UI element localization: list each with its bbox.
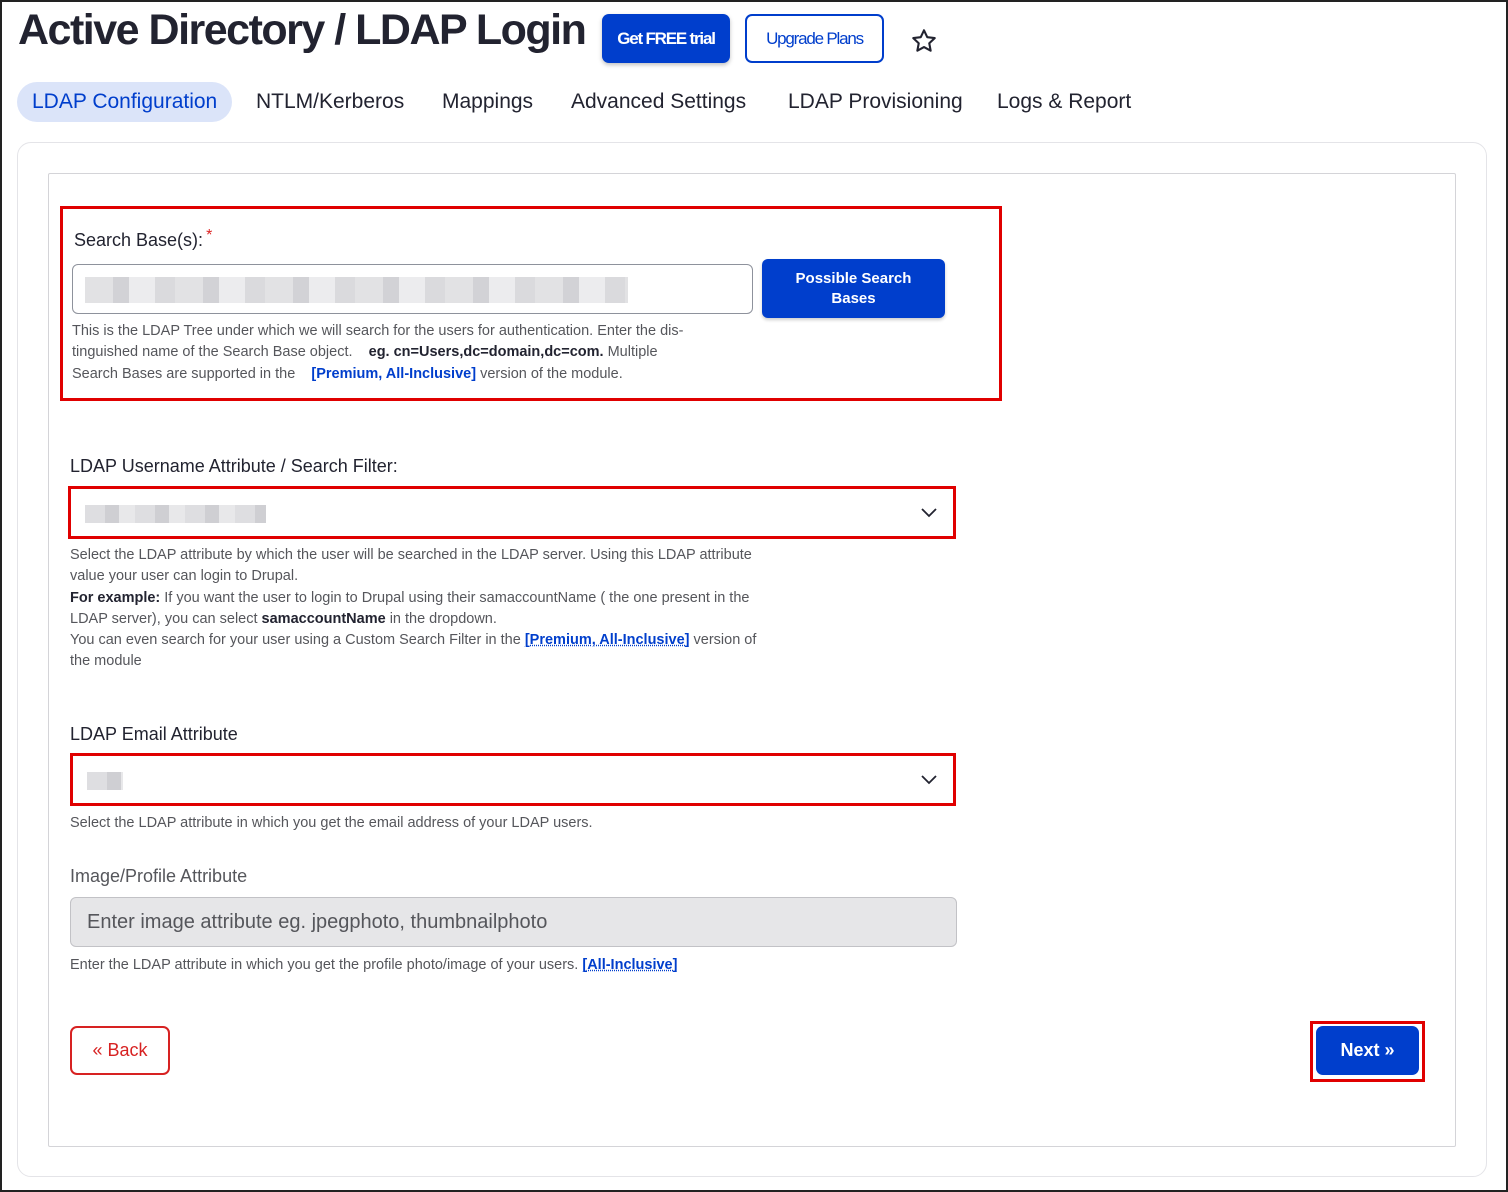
chevron-down-icon (921, 508, 937, 518)
help-text: This is the LDAP Tree under which we wil… (72, 323, 684, 339)
image-attribute-label: Image/Profile Attribute (70, 866, 248, 886)
redacted-value (85, 505, 266, 523)
help-example: eg. cn=Users,dc=domain,dc=com. (368, 344, 604, 361)
username-attribute-label: LDAP Username Attribute / Search Filter: (70, 456, 398, 476)
tab-ldap-configuration[interactable]: LDAP Configuration (17, 82, 233, 122)
help-text: Select the LDAP attribute by which the u… (70, 547, 752, 563)
tab-advanced-settings[interactable]: Advanced Settings (571, 82, 746, 122)
search-base-input[interactable] (72, 264, 753, 314)
email-attribute-select[interactable] (74, 757, 952, 802)
tab-ntlm-kerberos[interactable]: NTLM/Kerberos (256, 82, 404, 122)
possible-search-bases-button[interactable]: Possible Search Bases (762, 259, 945, 318)
next-button[interactable]: Next » (1316, 1026, 1419, 1075)
search-base-help: This is the LDAP Tree under which we wil… (72, 321, 762, 385)
search-base-label-text: Search Base(s): (74, 230, 204, 250)
required-marker: * (206, 227, 213, 244)
help-text: version of the module. (480, 365, 623, 382)
search-base-label: Search Base(s): * (74, 227, 213, 251)
help-text: value your user can login to Drupal. (70, 568, 299, 585)
page-title: Active Directory / LDAP Login (18, 6, 587, 54)
help-text: Search Bases are supported in the (72, 365, 296, 382)
tab-ldap-provisioning[interactable]: LDAP Provisioning (788, 82, 963, 122)
premium-link[interactable]: [Premium, All-Inclusive] (525, 632, 690, 648)
upgrade-plans-button[interactable]: Upgrade Plans (745, 14, 884, 63)
username-attribute-help: Select the LDAP attribute by which the u… (70, 545, 840, 673)
email-attribute-help: Select the LDAP attribute in which you g… (70, 815, 593, 831)
back-button[interactable]: « Back (70, 1026, 170, 1075)
all-inclusive-link[interactable]: [All-Inclusive] (582, 957, 677, 973)
premium-link[interactable]: [Premium, All-Inclusive] (311, 366, 476, 382)
redacted-value (87, 772, 123, 790)
help-text: LDAP server), you can select (70, 610, 258, 627)
help-bold: samaccountName (261, 610, 386, 627)
help-text: in the dropdown. (389, 610, 497, 627)
help-text: Enter the LDAP attribute in which you ge… (70, 957, 579, 973)
help-text: Multiple (607, 344, 658, 361)
help-text: If you want the user to login to Drupal … (164, 589, 750, 606)
redacted-value (85, 277, 628, 303)
help-example-label: For example: (70, 589, 161, 606)
help-text: the module (70, 653, 142, 670)
help-text: version of (693, 632, 757, 649)
free-trial-button[interactable]: Get FREE trial (602, 14, 730, 63)
image-attribute-input[interactable] (70, 897, 957, 947)
email-attribute-label: LDAP Email Attribute (70, 724, 238, 744)
image-attribute-help: Enter the LDAP attribute in which you ge… (70, 955, 677, 976)
chevron-down-icon (921, 775, 937, 785)
username-attribute-select[interactable] (72, 490, 952, 535)
tab-mappings[interactable]: Mappings (442, 82, 533, 122)
help-text: You can even search for your user using … (70, 632, 521, 649)
help-text: tinguished name of the Search Base objec… (72, 344, 353, 361)
tab-logs-report[interactable]: Logs & Report (997, 82, 1131, 122)
star-icon[interactable] (910, 27, 938, 55)
